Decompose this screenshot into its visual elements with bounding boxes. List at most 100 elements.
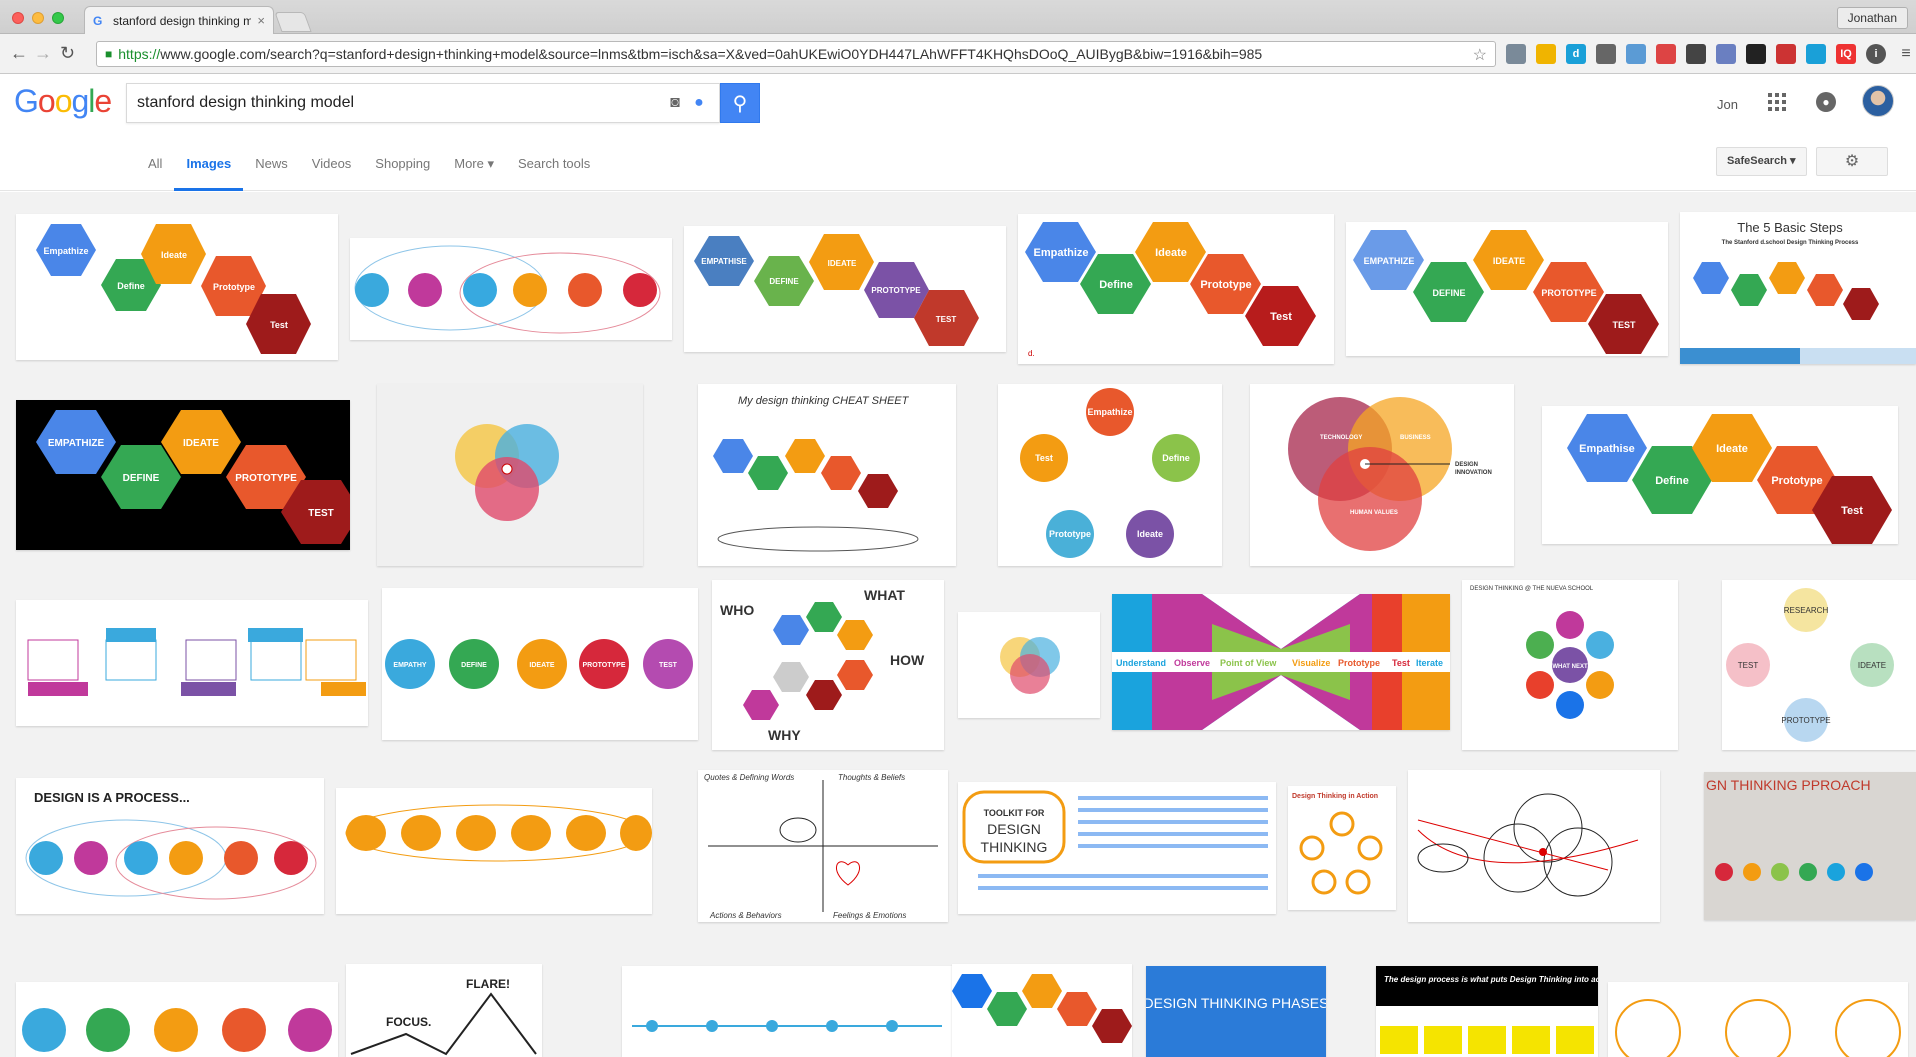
image-result[interactable]: [1408, 770, 1660, 922]
search-button[interactable]: ⚲: [720, 83, 760, 123]
image-result[interactable]: [350, 238, 672, 340]
svg-text:DESIGN: DESIGN: [1455, 462, 1478, 468]
image-result[interactable]: WHO WHAT HOW WHY: [712, 580, 944, 750]
svg-text:PROTOTYPE: PROTOTYPE: [871, 286, 921, 295]
extension-wallet-icon[interactable]: [1716, 44, 1736, 64]
image-result[interactable]: EMPATHIZE DEFINE IDEATE PROTOTYPE TEST: [1346, 222, 1668, 356]
extension-save-icon[interactable]: [1596, 44, 1616, 64]
profile-button[interactable]: Jonathan: [1836, 7, 1908, 29]
image-result[interactable]: [16, 982, 338, 1057]
svg-text:INNOVATION: INNOVATION: [1455, 470, 1492, 476]
extension-person-icon[interactable]: [1806, 44, 1826, 64]
extension-iq-icon[interactable]: IQ: [1836, 44, 1856, 64]
image-result[interactable]: DESIGN IS A PROCESS...: [16, 778, 324, 914]
image-result[interactable]: Understand Observe Point of View Visuali…: [1112, 594, 1450, 730]
thumb-title: My design thinking CHEAT SHEET: [738, 395, 910, 407]
camera-icon[interactable]: ◙: [663, 94, 687, 112]
svg-text:THINKING: THINKING: [981, 839, 1048, 855]
maximize-window-button[interactable]: [52, 12, 64, 24]
image-result[interactable]: TOOLKIT FOR DESIGN THINKING: [958, 782, 1276, 914]
notifications-icon[interactable]: ●: [1816, 92, 1836, 112]
svg-text:d.: d.: [1028, 349, 1035, 358]
extension-red-icon[interactable]: [1776, 44, 1796, 64]
logo-letter: G: [14, 83, 39, 119]
svg-text:Prototype: Prototype: [1049, 529, 1091, 539]
user-name[interactable]: Jon: [1717, 97, 1738, 112]
image-result[interactable]: EMPATHISE DEFINE IDEATE PROTOTYPE TEST: [684, 226, 1006, 352]
lock-icon: ■: [105, 47, 113, 61]
image-result[interactable]: [958, 612, 1100, 718]
extension-lastpass-icon[interactable]: [1656, 44, 1676, 64]
svg-text:IDEATE: IDEATE: [183, 438, 219, 449]
svg-text:PROTOTYPE: PROTOTYPE: [235, 473, 297, 484]
bookmark-star-icon[interactable]: ☆: [1473, 45, 1487, 65]
safesearch-dropdown[interactable]: SafeSearch ▾: [1716, 147, 1807, 176]
search-box[interactable]: ◙ ●: [126, 83, 720, 123]
tab-search-tools[interactable]: Search tools: [506, 137, 602, 191]
image-result[interactable]: Empathize Define Ideate Prototype Test: [998, 384, 1222, 566]
image-result[interactable]: The 5 Basic Steps The Stanford d.school …: [1680, 212, 1916, 364]
image-result[interactable]: [377, 384, 643, 566]
search-input[interactable]: [137, 94, 663, 112]
image-result[interactable]: Empathize Define Ideate Prototype Test: [16, 214, 338, 360]
image-result[interactable]: Empathise Define Ideate Prototype Test: [1542, 406, 1898, 544]
image-result[interactable]: TECHNOLOGY BUSINESS HUMAN VALUES DESIGN …: [1250, 384, 1514, 566]
tab-more[interactable]: More ▾: [442, 137, 506, 191]
info-icon[interactable]: i: [1866, 44, 1886, 64]
image-result[interactable]: Quotes & Defining Words Thoughts & Belie…: [698, 770, 948, 922]
extension-fish-icon[interactable]: [1536, 44, 1556, 64]
logo-letter: g: [71, 83, 89, 119]
forward-icon[interactable]: →: [34, 44, 52, 62]
avatar[interactable]: [1862, 85, 1894, 117]
tab-images[interactable]: Images: [174, 137, 244, 191]
close-window-button[interactable]: [12, 12, 24, 24]
image-result[interactable]: [1608, 982, 1908, 1057]
image-result[interactable]: DESIGN THINKING PHASES: [1146, 966, 1326, 1057]
thumb-word: HOW: [890, 652, 925, 668]
google-favicon-icon: G: [93, 13, 103, 28]
image-result[interactable]: Empathize Define Ideate Prototype Test d…: [1018, 214, 1334, 364]
extension-d-icon[interactable]: d: [1566, 44, 1586, 64]
minimize-window-button[interactable]: [32, 12, 44, 24]
new-tab-button[interactable]: [274, 12, 312, 32]
apps-grid-icon[interactable]: [1768, 93, 1786, 111]
cast-icon[interactable]: [1506, 44, 1526, 64]
thumb-word: FOCUS.: [386, 1015, 431, 1029]
image-result[interactable]: [952, 964, 1132, 1057]
image-result[interactable]: [622, 966, 952, 1057]
image-result[interactable]: DESIGN THINKING @ THE NUEVA SCHOOL WHAT …: [1462, 580, 1678, 750]
thumb-word: RESEARCH: [1784, 606, 1829, 615]
image-result[interactable]: [16, 600, 368, 726]
settings-button[interactable]: ⚙: [1816, 147, 1888, 176]
image-result[interactable]: EMPATHY DEFINE IDEATE PROTOTYPE TEST: [382, 588, 698, 740]
image-result[interactable]: FLARE! FOCUS.: [346, 964, 542, 1057]
tab-all[interactable]: All: [136, 137, 174, 191]
image-result[interactable]: EMPATHIZE DEFINE IDEATE PROTOTYPE TEST: [16, 400, 350, 550]
image-result[interactable]: Design Thinking in Action: [1288, 786, 1396, 910]
tab-videos[interactable]: Videos: [300, 137, 364, 191]
svg-text:DEFINE: DEFINE: [769, 277, 799, 286]
extension-mask-icon[interactable]: [1746, 44, 1766, 64]
image-result[interactable]: RESEARCH IDEATE PROTOTYPE TEST: [1722, 580, 1916, 750]
back-icon[interactable]: ←: [10, 44, 28, 62]
tab-shopping[interactable]: Shopping: [363, 137, 442, 191]
menu-icon[interactable]: ≡: [1896, 44, 1916, 64]
thumb-title: DESIGN THINKING @ THE NUEVA SCHOOL: [1470, 586, 1594, 592]
image-result[interactable]: My design thinking CHEAT SHEET: [698, 384, 956, 566]
image-result[interactable]: [336, 788, 652, 914]
tab-news[interactable]: News: [243, 137, 300, 191]
tab-close-icon[interactable]: ×: [257, 13, 265, 28]
image-result[interactable]: GN THINKING PPROACH: [1704, 772, 1916, 920]
extension-camera-icon[interactable]: [1626, 44, 1646, 64]
quadrant-label: Quotes & Defining Words: [704, 773, 794, 782]
image-result[interactable]: The design process is what puts Design T…: [1376, 966, 1598, 1057]
extension-screen-icon[interactable]: [1686, 44, 1706, 64]
reload-icon[interactable]: ↻: [60, 44, 75, 62]
google-logo[interactable]: Google: [14, 83, 112, 120]
microphone-icon[interactable]: ●: [687, 94, 711, 112]
band-label: Prototype: [1338, 658, 1380, 668]
browser-tab[interactable]: G stanford design thinking m ×: [84, 6, 274, 34]
quadrant-label: Thoughts & Beliefs: [838, 773, 905, 782]
address-bar[interactable]: ■ https:// www.google.com/search?q=stanf…: [96, 41, 1496, 67]
step-label: Define: [117, 281, 145, 291]
